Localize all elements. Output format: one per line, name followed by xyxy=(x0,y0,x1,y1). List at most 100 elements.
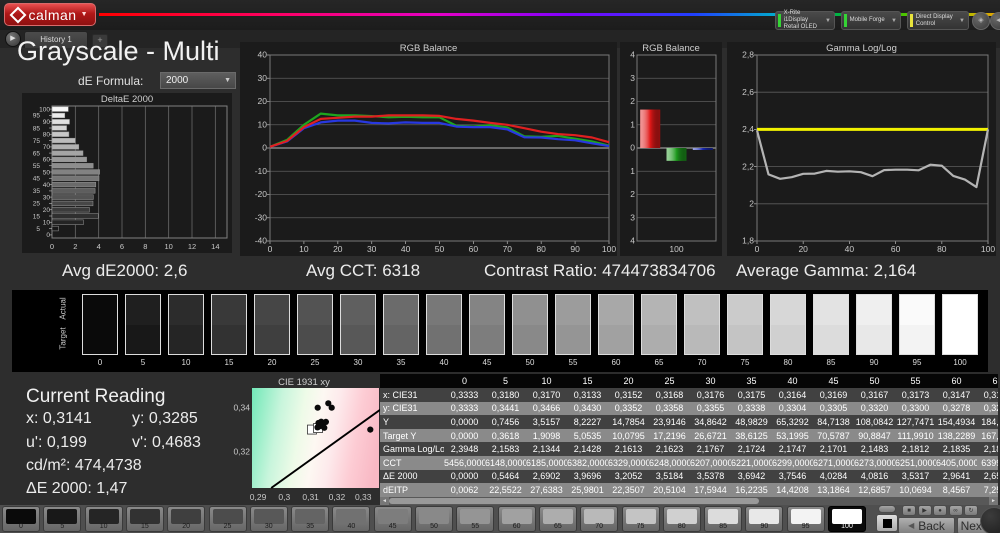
header-round-button-1[interactable]: ◈ xyxy=(972,12,990,30)
table-header-cell: 20 xyxy=(623,376,634,386)
pattern-button-85[interactable]: 85 xyxy=(704,506,743,532)
table-cell: 26,6721 xyxy=(694,430,727,441)
table-cell: 0,3164 xyxy=(778,389,807,400)
table-cell: 14,7854 xyxy=(612,416,645,427)
table-cell: 27,6383 xyxy=(530,484,563,495)
play-button[interactable]: ▶ xyxy=(917,505,932,516)
corner-round-button[interactable] xyxy=(980,507,1000,533)
stop-button[interactable]: ■ xyxy=(902,505,916,516)
table-cell: 0,3430 xyxy=(573,403,602,414)
table-cell: 90,8847 xyxy=(858,430,891,441)
pattern-button-35[interactable]: 35 xyxy=(291,506,330,532)
source-device-dropdown[interactable]: Mobile Forge ▼ xyxy=(841,11,901,30)
header-round-button-2[interactable]: ◀ xyxy=(990,12,1000,30)
display-control-dropdown[interactable]: Direct Display Control ▼ xyxy=(907,11,969,30)
table-cell: 3,2052 xyxy=(614,471,643,482)
pattern-button-50[interactable]: 50 xyxy=(415,506,453,532)
table-cell: 4,0816 xyxy=(860,471,889,482)
table-header-cell: 55 xyxy=(910,376,921,386)
pattern-button-65[interactable]: 65 xyxy=(538,506,577,532)
pattern-button-20[interactable]: 20 xyxy=(167,506,206,532)
svg-text:Gamma Log/Log: Gamma Log/Log xyxy=(826,43,897,54)
pattern-button-25[interactable]: 25 xyxy=(208,506,247,532)
loop-button[interactable]: ∞ xyxy=(948,505,963,516)
pattern-swatch xyxy=(377,509,408,524)
pattern-swatch xyxy=(584,509,615,524)
table-cell: 3,6942 xyxy=(737,471,766,482)
pattern-options-button[interactable] xyxy=(878,505,896,513)
table-cell: 53,1995 xyxy=(776,430,809,441)
pattern-button-75[interactable]: 75 xyxy=(621,506,660,532)
table-row-label: x: CIE31 xyxy=(383,389,418,400)
chevron-left-icon: ◀ xyxy=(908,521,915,530)
calman-diamond-icon xyxy=(9,6,27,23)
scrollbar-thumb[interactable] xyxy=(389,498,759,504)
pattern-button-95[interactable]: 95 xyxy=(786,506,825,532)
svg-text:8: 8 xyxy=(143,242,147,251)
grayscale-swatch-65 xyxy=(641,294,677,355)
table-row-Target Y: Target Y 0,0000 0,3618 1,9098 5,0535 10,0795 1… xyxy=(380,428,998,443)
grayscale-swatch-70 xyxy=(684,294,720,355)
pattern-button-0[interactable]: 0 xyxy=(2,506,40,532)
calman-window: calman ▼ X-Rite i1Display Retail OLED ▼ … xyxy=(0,0,1000,533)
pattern-level-label: 70 xyxy=(595,523,604,530)
pattern-swatch xyxy=(171,509,202,524)
pattern-level-label: 20 xyxy=(182,523,191,530)
pattern-button-30[interactable]: 30 xyxy=(249,506,288,532)
svg-text:0,31: 0,31 xyxy=(302,492,319,502)
table-cell: 2,1835 xyxy=(942,444,971,455)
scroll-left-icon[interactable]: ◄ xyxy=(380,497,389,505)
pattern-button-70[interactable]: 70 xyxy=(580,506,619,532)
table-cell: 154,4934 xyxy=(937,416,976,427)
measurement-table: 0 5 10 15 20 25 30 35 40 45 50 55 60 65 x: CIE31 0,3333… xyxy=(380,374,998,497)
svg-text:3: 3 xyxy=(630,212,635,222)
pattern-button-40[interactable]: 40 xyxy=(332,506,371,532)
pattern-button-55[interactable]: 55 xyxy=(456,506,495,532)
calman-logo-button[interactable]: calman ▼ xyxy=(4,3,96,26)
swatch-level-label: 20 xyxy=(267,358,277,367)
swatch-level-label: 10 xyxy=(181,358,191,367)
table-cell: 2,1812 xyxy=(901,444,930,455)
table-cell: 0,3300 xyxy=(901,403,930,414)
pattern-button-100[interactable]: 100 xyxy=(828,506,866,532)
grayscale-swatch-30 xyxy=(340,294,376,355)
svg-text:CIE 1931 xy: CIE 1931 xy xyxy=(278,377,330,388)
svg-text:30: 30 xyxy=(43,194,51,201)
refresh-button[interactable]: ↻ xyxy=(964,505,978,516)
pattern-button-10[interactable]: 10 xyxy=(84,506,123,532)
meter-device-dropdown[interactable]: X-Rite i1Display Retail OLED ▼ xyxy=(775,10,835,30)
target-swatch xyxy=(814,324,848,354)
svg-text:0: 0 xyxy=(268,244,273,254)
pattern-button-45[interactable]: 45 xyxy=(373,506,412,532)
table-header-cell: 45 xyxy=(828,376,839,386)
table-header-row: 0 5 10 15 20 25 30 35 40 45 50 55 60 65 xyxy=(380,374,998,388)
svg-text:10: 10 xyxy=(258,119,268,129)
scroll-right-icon[interactable]: ► xyxy=(989,497,998,505)
table-cell: 0,3147 xyxy=(942,389,971,400)
table-cell: 0,3466 xyxy=(532,403,561,414)
actual-row-label: Actual xyxy=(58,297,68,320)
actual-swatch xyxy=(685,295,719,325)
target-swatch xyxy=(298,324,332,354)
table-cell: 2,1613 xyxy=(614,444,643,455)
pattern-button-90[interactable]: 90 xyxy=(745,506,784,532)
table-cell: 2,1767 xyxy=(696,444,725,455)
pattern-button-60[interactable]: 60 xyxy=(497,506,536,532)
svg-text:20: 20 xyxy=(258,96,268,106)
pattern-level-label: 10 xyxy=(99,523,108,530)
pattern-button-80[interactable]: 80 xyxy=(662,506,701,532)
svg-text:90: 90 xyxy=(43,119,51,126)
back-button[interactable]: ◀ Back xyxy=(898,517,955,533)
pattern-window-button[interactable] xyxy=(876,514,898,532)
cie-1931-xy-chart: CIE 1931 xy 0,29 0,3 0,31 0,32 0,33 0,32 0,34 xyxy=(226,376,382,504)
table-row-Y: Y 0,0000 0,7456 3,5157 8,2227 14,7854 23,9146 3… xyxy=(380,415,998,429)
table-horizontal-scrollbar[interactable]: ◄ ► xyxy=(380,497,998,505)
table-cell: 20,5104 xyxy=(653,484,686,495)
pattern-button-15[interactable]: 15 xyxy=(125,506,164,532)
target-swatch xyxy=(556,324,590,354)
de-formula-select[interactable]: 2000 ▼ xyxy=(160,72,236,89)
record-button[interactable]: ● xyxy=(933,505,947,516)
table-cell: 0,3133 xyxy=(573,389,602,400)
swatch-level-label: 50 xyxy=(525,358,535,367)
pattern-button-5[interactable]: 5 xyxy=(43,506,82,532)
